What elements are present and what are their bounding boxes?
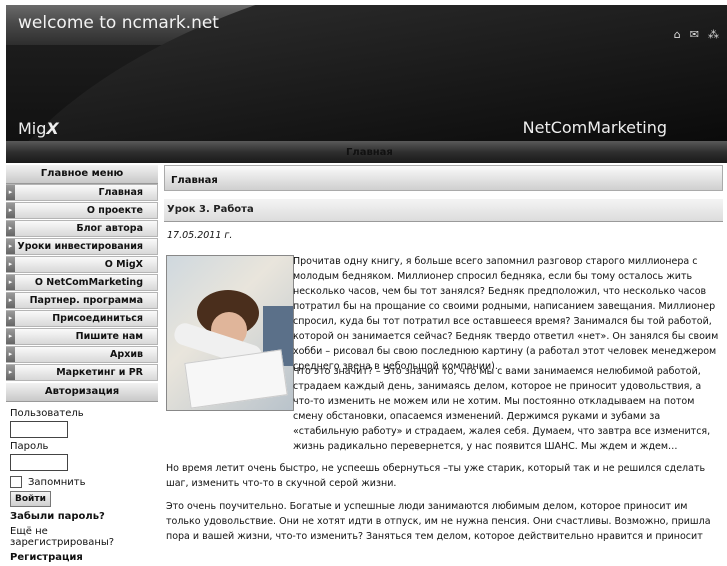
menu-item-netcom[interactable]: ▸ О NetComMarketing <box>6 274 158 291</box>
menu-item-label: О проекте <box>86 205 143 216</box>
remember-checkbox[interactable] <box>10 476 22 488</box>
nav-item-home[interactable]: Главная <box>346 147 393 158</box>
sitemap-icon[interactable]: ⁂ <box>708 29 719 40</box>
header-icons: ⌂ ✉ ⁂ <box>674 29 719 40</box>
menu-item-label: Главная <box>98 187 143 198</box>
main-menu-title: Главное меню <box>6 165 158 184</box>
menu-item-label: Партнер. программа <box>29 295 143 306</box>
menu-item-label: Присоединиться <box>52 313 143 324</box>
menu-item-label: О NetComMarketing <box>34 277 143 288</box>
menu-item-about[interactable]: ▸ О проекте <box>6 202 158 219</box>
chevron-right-icon: ▸ <box>6 347 15 362</box>
article-paragraph: Это очень поучительно. Богатые и успешны… <box>166 501 711 542</box>
site-title: welcome to ncmark.net <box>18 13 219 33</box>
home-icon[interactable]: ⌂ <box>674 29 681 40</box>
chevron-right-icon: ▸ <box>6 311 15 326</box>
article-paragraph: Прочитав одну книгу, я больше всего запо… <box>293 256 719 372</box>
login-button[interactable]: Войти <box>10 491 51 507</box>
main-content: Главная Урок 3. Работа 17.05.2011 г. Про… <box>164 165 723 545</box>
menu-item-label: О MigX <box>104 259 143 270</box>
photo-papers <box>184 349 288 409</box>
menu-item-lessons[interactable]: ▸ Уроки инвестирования <box>6 238 158 255</box>
menu-item-migx[interactable]: ▸ О MigX <box>6 256 158 273</box>
chevron-right-icon: ▸ <box>6 293 15 308</box>
migx-logo-prefix: Mig <box>18 119 47 138</box>
article-photo <box>166 255 294 411</box>
article-date: 17.05.2011 г. <box>167 230 233 241</box>
remember-row: Запомнить <box>10 476 154 488</box>
menu-item-home[interactable]: ▸ Главная <box>6 184 158 201</box>
article-paragraph: Что это значит? – Это значит то, что мы … <box>293 366 711 452</box>
menu-item-label: Архив <box>110 349 143 360</box>
chevron-right-icon: ▸ <box>6 221 15 236</box>
username-label: Пользователь <box>10 408 84 419</box>
section-title: Главная <box>164 165 723 191</box>
chevron-right-icon: ▸ <box>6 239 15 254</box>
menu-item-contact[interactable]: ▸ Пишите нам <box>6 328 158 345</box>
sidebar: Главное меню ▸ Главная ▸ О проекте ▸ Блог а… <box>6 165 158 563</box>
migx-logo: MigX <box>18 119 59 138</box>
menu-item-label: Блог автора <box>76 223 143 234</box>
mail-icon[interactable]: ✉ <box>690 29 699 40</box>
login-form: Пользователь Пароль Запомнить Войти Забы… <box>6 402 158 566</box>
chevron-right-icon: ▸ <box>6 365 15 380</box>
menu-item-label: Уроки инвестирования <box>17 241 143 252</box>
netcom-logo: NetComMarketing <box>522 118 667 137</box>
article-paragraph: Но время летит очень быстро, не успеешь … <box>166 463 706 489</box>
menu-item-label: Маркетинг и PR <box>56 367 143 378</box>
site-header: welcome to ncmark.net ⌂ ✉ ⁂ MigX NetComM… <box>6 5 727 141</box>
main-menu: ▸ Главная ▸ О проекте ▸ Блог автора ▸ Уроки … <box>6 184 158 381</box>
username-input[interactable] <box>10 421 68 438</box>
auth-title: Авторизация <box>6 383 158 402</box>
article-title[interactable]: Урок 3. Работа <box>164 199 723 222</box>
register-link[interactable]: Регистрация <box>10 552 154 563</box>
chevron-right-icon: ▸ <box>6 329 15 344</box>
menu-item-partner[interactable]: ▸ Партнер. программа <box>6 292 158 309</box>
chevron-right-icon: ▸ <box>6 257 15 272</box>
remember-label: Запомнить <box>28 476 86 488</box>
chevron-right-icon: ▸ <box>6 203 15 218</box>
migx-logo-suffix: X <box>46 119 59 138</box>
menu-item-label: Пишите нам <box>75 331 143 342</box>
password-input[interactable] <box>10 454 68 471</box>
menu-item-join[interactable]: ▸ Присоединиться <box>6 310 158 327</box>
top-navbar: Главная <box>6 141 727 163</box>
menu-item-marketing[interactable]: ▸ Маркетинг и PR <box>6 364 158 381</box>
chevron-right-icon: ▸ <box>6 185 15 200</box>
chevron-right-icon: ▸ <box>6 275 15 290</box>
menu-item-archive[interactable]: ▸ Архив <box>6 346 158 363</box>
password-label: Пароль <box>10 441 49 452</box>
menu-item-blog[interactable]: ▸ Блог автора <box>6 220 158 237</box>
forgot-password-link[interactable]: Забыли пароль? <box>10 511 154 522</box>
